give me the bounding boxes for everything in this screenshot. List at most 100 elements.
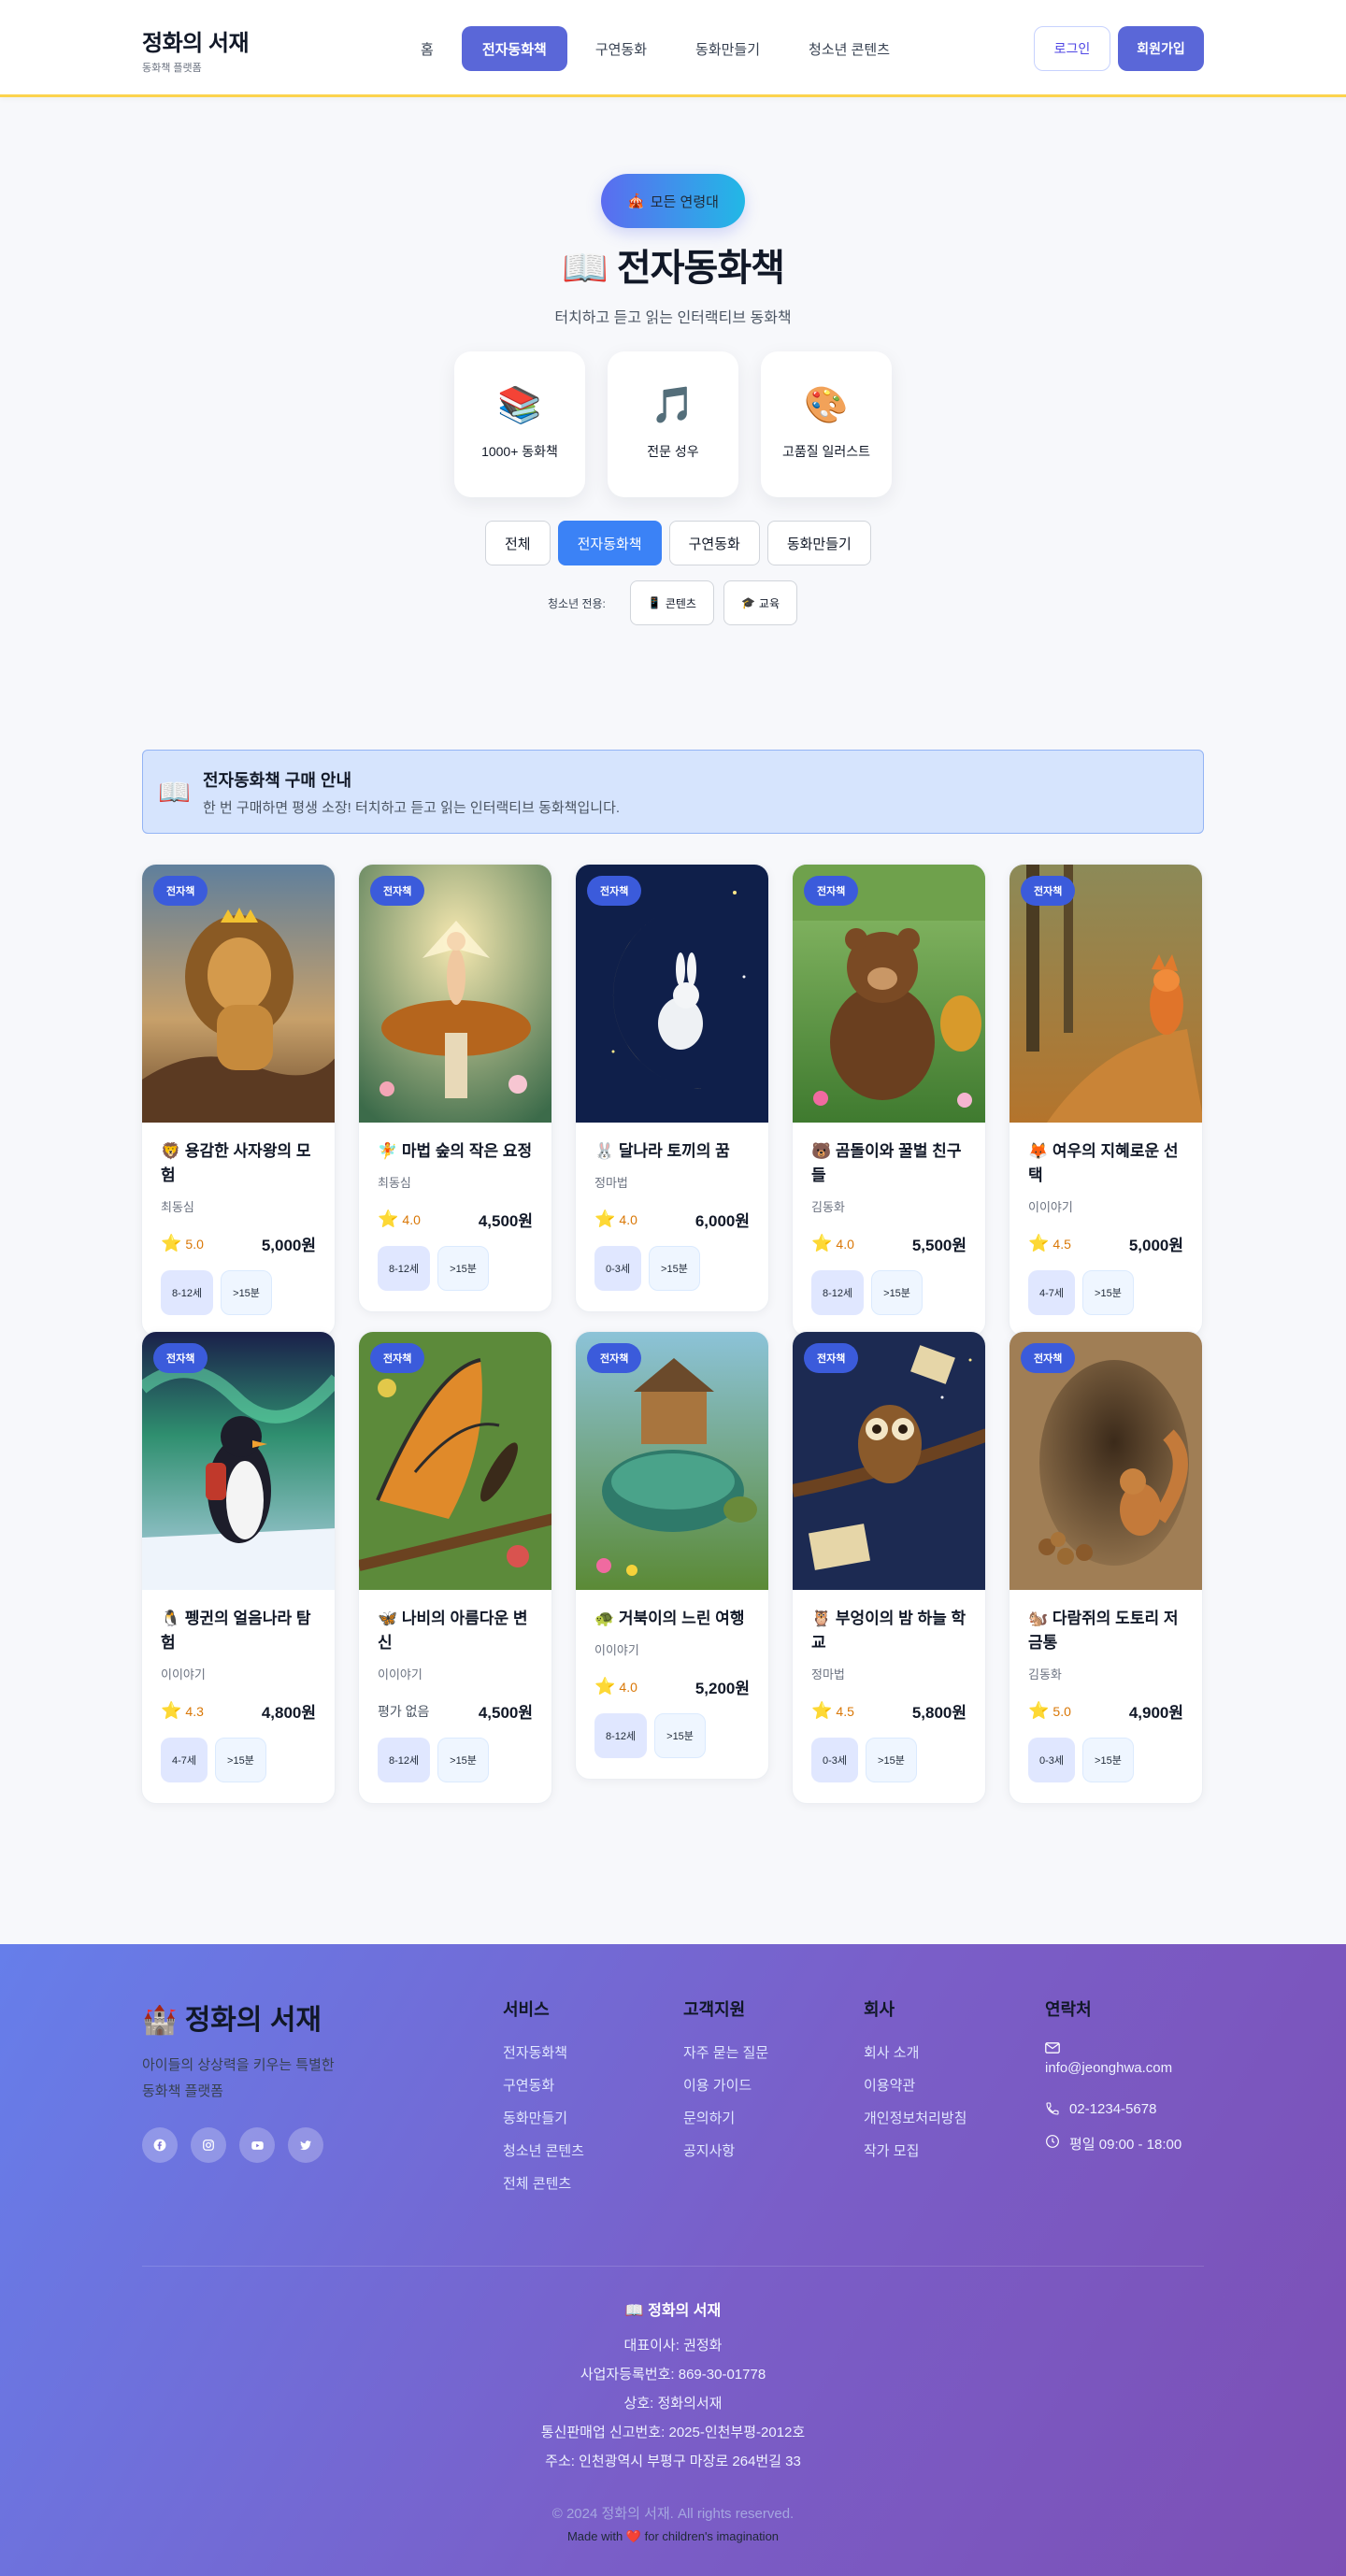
book-title[interactable]: 🧚 마법 숲의 작은 요정 (378, 1139, 533, 1164)
business-info-company: 상호: 정화의서재 (623, 2396, 723, 2411)
footer-link-guide[interactable]: 이용 가이드 (683, 2068, 768, 2101)
facebook-icon[interactable] (142, 2127, 178, 2163)
book-title[interactable]: 🐢 거북이의 느린 여행 (594, 1607, 750, 1631)
book-meta: ⭐ 4.0 5,200원 (594, 1675, 750, 1698)
book-title[interactable]: 🦋 나비의 아름다운 변신 (378, 1607, 533, 1655)
star-icon: ⭐ (161, 1234, 182, 1252)
filter-all[interactable]: 전체 (485, 521, 551, 565)
business-info: 대표이사: 권정화 사업자등록번호: 869-30-01778 상호: 정화의서… (0, 2331, 1346, 2476)
star-icon: ⭐ (594, 1209, 616, 1228)
music-note-icon: 🎵 (651, 386, 695, 425)
book-card[interactable]: 전자책 🧚 마법 숲의 작은 요정 최동심 ⭐ 4.0 4,500원 8-12세… (358, 864, 552, 1312)
book-rating-value: 4.0 (619, 1679, 637, 1695)
site-footer: 🏰 정화의 서재 아이들의 상상력을 키우는 특별한 동화책 플랫폼 서비스 전… (0, 1944, 1346, 2576)
feature-card-voice: 🎵 전문 성우 (608, 351, 738, 497)
book-author: 최동심 (161, 1200, 194, 1214)
nav-ebook[interactable]: 전자동화책 (461, 26, 567, 71)
book-title[interactable]: 🦉 부엉이의 밤 하늘 학교 (811, 1607, 967, 1655)
contact-email[interactable]: info@jeonghwa.com (1045, 2036, 1213, 2101)
ebook-badge: 전자책 (153, 1343, 208, 1373)
book-card-body: 🦋 나비의 아름다운 변신 이이야기 평가 없음 4,500원 8-12세 >1… (359, 1590, 551, 1803)
book-cover-image[interactable]: 전자책 (359, 1332, 551, 1590)
book-meta: ⭐ 4.0 4,500원 (378, 1208, 533, 1231)
book-card[interactable]: 전자책 🦋 나비의 아름다운 변신 이이야기 평가 없음 4,500원 8-12… (358, 1331, 552, 1804)
twitter-icon[interactable] (288, 2127, 323, 2163)
category-filter: 전체 전자동화책 구연동화 동화만들기 (485, 521, 871, 565)
instagram-icon[interactable] (191, 2127, 226, 2163)
teen-education-label: 교육 (758, 596, 780, 610)
nav-teen-content[interactable]: 청소년 콘텐츠 (788, 26, 910, 71)
book-card[interactable]: 전자책 🐿️ 다람쥐의 도토리 저금통 김동화 ⭐ 5.0 4,900원 0-3… (1009, 1331, 1203, 1804)
filter-storytelling[interactable]: 구연동화 (668, 521, 760, 565)
footer-link-faq[interactable]: 자주 묻는 질문 (683, 2036, 768, 2068)
nav-storytelling[interactable]: 구연동화 (575, 26, 667, 71)
ebook-badge: 전자책 (804, 1343, 859, 1373)
book-title[interactable]: 🐰 달나라 토끼의 꿈 (594, 1139, 750, 1164)
book-rating-value: 4.0 (836, 1236, 854, 1252)
filter-ebook[interactable]: 전자동화책 (557, 521, 662, 565)
book-title[interactable]: 🦁 용감한 사자왕의 모험 (161, 1139, 316, 1188)
duration-tag: >15분 (1082, 1270, 1134, 1315)
duration-tag: >15분 (437, 1246, 489, 1291)
footer-column-company: 회사 회사 소개 이용약관 개인정보처리방침 작가 모집 (864, 1996, 967, 2167)
footer-link-create-story[interactable]: 동화만들기 (503, 2101, 584, 2134)
book-cover-image[interactable]: 전자책 (1010, 865, 1202, 1123)
book-author: 정마법 (811, 1667, 845, 1682)
footer-link-contact[interactable]: 문의하기 (683, 2101, 768, 2134)
brand-logo[interactable]: 정화의 서재 동화책 플랫폼 (142, 24, 250, 75)
feature-card-books: 📚 1000+ 동화책 (454, 351, 585, 497)
book-card[interactable]: 전자책 🐻 곰돌이와 꿀벌 친구들 김동화 ⭐ 4.0 5,500원 8-12세… (792, 864, 986, 1337)
footer-link-ebook[interactable]: 전자동화책 (503, 2036, 584, 2068)
book-cover-image[interactable]: 전자책 (576, 865, 768, 1123)
book-title[interactable]: 🐧 펭귄의 얼음나라 탐험 (161, 1607, 316, 1655)
youtube-icon[interactable] (239, 2127, 275, 2163)
book-cover-image[interactable]: 전자책 (793, 1332, 985, 1590)
teen-content-button[interactable]: 📱 콘텐츠 (629, 580, 714, 625)
book-title[interactable]: 🦊 여우의 지혜로운 선택 (1028, 1139, 1183, 1188)
brand-subtitle: 동화책 플랫폼 (142, 63, 202, 74)
age-badge[interactable]: 🎪 모든 연령대 (601, 174, 745, 228)
book-title[interactable]: 🐿️ 다람쥐의 도토리 저금통 (1028, 1607, 1183, 1655)
filter-create-story[interactable]: 동화만들기 (766, 521, 871, 565)
book-cover-image[interactable]: 전자책 (576, 1332, 768, 1590)
book-rating: ⭐ 4.5 (811, 1701, 854, 1721)
footer-link-teen-content[interactable]: 청소년 콘텐츠 (503, 2134, 584, 2167)
signup-button[interactable]: 회원가입 (1118, 26, 1204, 71)
book-cover-image[interactable]: 전자책 (793, 865, 985, 1123)
nav-create-story[interactable]: 동화만들기 (675, 26, 780, 71)
book-cover-image[interactable]: 전자책 (359, 865, 551, 1123)
footer-link-terms[interactable]: 이용약관 (864, 2068, 967, 2101)
footer-link-notice[interactable]: 공지사항 (683, 2134, 768, 2167)
nav-home[interactable]: 홈 (400, 26, 454, 71)
footer-link-all-content[interactable]: 전체 콘텐츠 (503, 2167, 584, 2199)
book-card[interactable]: 전자책 🦊 여우의 지혜로운 선택 이이야기 ⭐ 4.5 5,000원 4-7세… (1009, 864, 1203, 1337)
book-tags: 8-12세 >15분 (811, 1270, 967, 1315)
made-with-pre: Made with (566, 2529, 623, 2543)
book-cover-image[interactable]: 전자책 (142, 1332, 335, 1590)
book-card[interactable]: 전자책 🐢 거북이의 느린 여행 이이야기 ⭐ 4.0 5,200원 8-12세… (575, 1331, 769, 1780)
teen-filter-label: 청소년 전용: (548, 596, 606, 610)
book-cover-image[interactable]: 전자책 (1010, 1332, 1202, 1590)
book-title[interactable]: 🐻 곰돌이와 꿀벌 친구들 (811, 1139, 967, 1188)
book-card[interactable]: 전자책 🦉 부엉이의 밤 하늘 학교 정마법 ⭐ 4.5 5,800원 0-3세… (792, 1331, 986, 1804)
circus-icon: 🎪 (627, 193, 645, 209)
footer-link-recruit-writers[interactable]: 작가 모집 (864, 2134, 967, 2167)
book-meta: ⭐ 5.0 4,900원 (1028, 1699, 1183, 1723)
login-button[interactable]: 로그인 (1034, 26, 1110, 71)
footer-link-about[interactable]: 회사 소개 (864, 2036, 967, 2068)
ebook-badge: 전자책 (1021, 1343, 1076, 1373)
book-author: 이이야기 (1028, 1200, 1073, 1214)
book-card[interactable]: 전자책 🦁 용감한 사자왕의 모험 최동심 ⭐ 5.0 5,000원 8-12세… (141, 864, 336, 1337)
book-tags: 8-12세 >15분 (161, 1270, 316, 1315)
business-info-address: 주소: 인천광역시 부평구 마장로 264번길 33 (545, 2454, 801, 2469)
ebook-badge: 전자책 (370, 876, 425, 906)
book-card-body: 🐿️ 다람쥐의 도토리 저금통 김동화 ⭐ 5.0 4,900원 0-3세 >1… (1010, 1590, 1202, 1803)
teen-education-button[interactable]: 🎓 교육 (723, 580, 797, 625)
book-card[interactable]: 전자책 🐧 펭귄의 얼음나라 탐험 이이야기 ⭐ 4.3 4,800원 4-7세… (141, 1331, 336, 1804)
footer-link-storytelling[interactable]: 구연동화 (503, 2068, 584, 2101)
contact-email-text: info@jeonghwa.com (1045, 2060, 1173, 2076)
book-cover-image[interactable]: 전자책 (142, 865, 335, 1123)
contact-phone[interactable]: 02-1234-5678 (1045, 2101, 1213, 2134)
footer-link-privacy[interactable]: 개인정보처리방침 (864, 2101, 967, 2134)
book-card[interactable]: 전자책 🐰 달나라 토끼의 꿈 정마법 ⭐ 4.0 6,000원 0-3세 >1… (575, 864, 769, 1312)
